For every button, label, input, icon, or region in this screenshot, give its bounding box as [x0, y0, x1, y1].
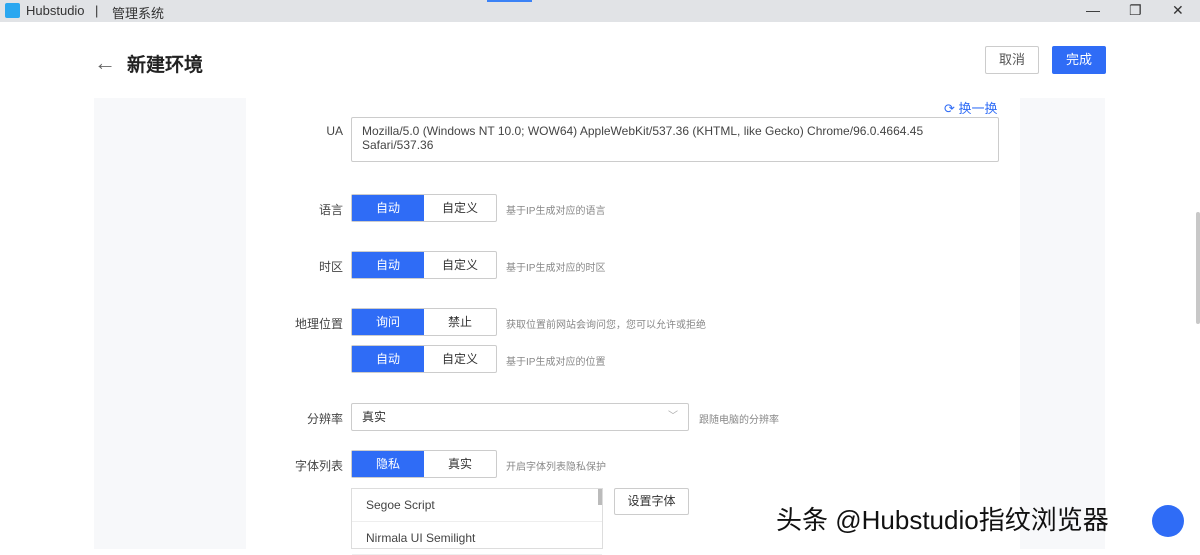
- geo-label: 地理位置: [294, 317, 343, 331]
- timezone-hint: 基于IP生成对应的时区: [506, 263, 606, 274]
- watermark: 头条 @Hubstudio指纹浏览器: [776, 505, 1109, 535]
- restore-icon[interactable]: ❐: [1129, 2, 1142, 19]
- geo-ask[interactable]: 询问: [352, 309, 424, 335]
- font-list-scrollbar[interactable]: [598, 489, 602, 505]
- ua-label: UA: [326, 124, 343, 138]
- system-name: 管理系统: [112, 6, 165, 21]
- geo-block[interactable]: 禁止: [424, 309, 496, 335]
- resolution-select[interactable]: 真实 ﹀: [351, 403, 689, 431]
- timezone-toggle: 自动 自定义: [351, 251, 497, 279]
- set-font-button[interactable]: 设置字体: [614, 488, 689, 515]
- left-panel: [94, 98, 246, 549]
- resolution-hint: 跟随电脑的分辨率: [699, 415, 779, 426]
- minimize-icon[interactable]: —: [1086, 2, 1100, 18]
- geo-hint: 获取位置前网站会询问您，您可以允许或拒绝: [506, 320, 706, 331]
- page-header: ← 新建环境 取消 完成: [0, 22, 1200, 98]
- geo-custom[interactable]: 自定义: [424, 346, 496, 372]
- font-private[interactable]: 隐私: [352, 451, 424, 477]
- resolution-value: 真实: [362, 410, 387, 424]
- resolution-label: 分辨率: [306, 412, 343, 426]
- close-icon[interactable]: ✕: [1172, 2, 1184, 19]
- watermark-logo-icon: [1152, 505, 1184, 537]
- swap-ua-link[interactable]: ⟳ 换一换: [944, 98, 998, 117]
- font-real[interactable]: 真实: [424, 451, 496, 477]
- language-auto[interactable]: 自动: [352, 195, 424, 221]
- language-hint: 基于IP生成对应的语言: [506, 206, 606, 217]
- font-item[interactable]: Segoe Script: [352, 489, 602, 522]
- hubstudio-logo-icon: [5, 3, 20, 18]
- page-title: 新建环境: [127, 55, 204, 76]
- font-item[interactable]: Nirmala UI Semilight: [352, 522, 602, 555]
- font-list-toggle: 隐私 真实: [351, 450, 497, 478]
- font-list[interactable]: Segoe Script Nirmala UI Semilight: [351, 488, 603, 555]
- right-panel: [1020, 98, 1105, 549]
- title-bar: Hubstudio | 管理系统 — ❐ ✕: [0, 0, 1200, 22]
- page-scrollbar[interactable]: [1196, 212, 1200, 324]
- geo-permission-toggle: 询问 禁止: [351, 308, 497, 336]
- timezone-custom[interactable]: 自定义: [424, 252, 496, 278]
- app-name: Hubstudio: [26, 3, 85, 18]
- tab-indicator: [487, 0, 532, 2]
- title-separator: |: [95, 3, 99, 18]
- geo-auto[interactable]: 自动: [352, 346, 424, 372]
- geo-location-toggle: 自动 自定义: [351, 345, 497, 373]
- chevron-down-icon: ﹀: [668, 411, 678, 422]
- timezone-label: 时区: [318, 260, 343, 274]
- font-list-label: 字体列表: [294, 459, 343, 473]
- cancel-button[interactable]: 取消: [985, 46, 1039, 74]
- language-custom[interactable]: 自定义: [424, 195, 496, 221]
- timezone-auto[interactable]: 自动: [352, 252, 424, 278]
- back-arrow-icon[interactable]: ←: [94, 50, 116, 76]
- geo-location-hint: 基于IP生成对应的位置: [506, 357, 606, 368]
- ua-field[interactable]: Mozilla/5.0 (Windows NT 10.0; WOW64) App…: [351, 117, 999, 162]
- language-toggle: 自动 自定义: [351, 194, 497, 222]
- font-list-hint: 开启字体列表隐私保护: [506, 462, 606, 473]
- done-button[interactable]: 完成: [1052, 46, 1106, 74]
- language-label: 语言: [318, 203, 343, 217]
